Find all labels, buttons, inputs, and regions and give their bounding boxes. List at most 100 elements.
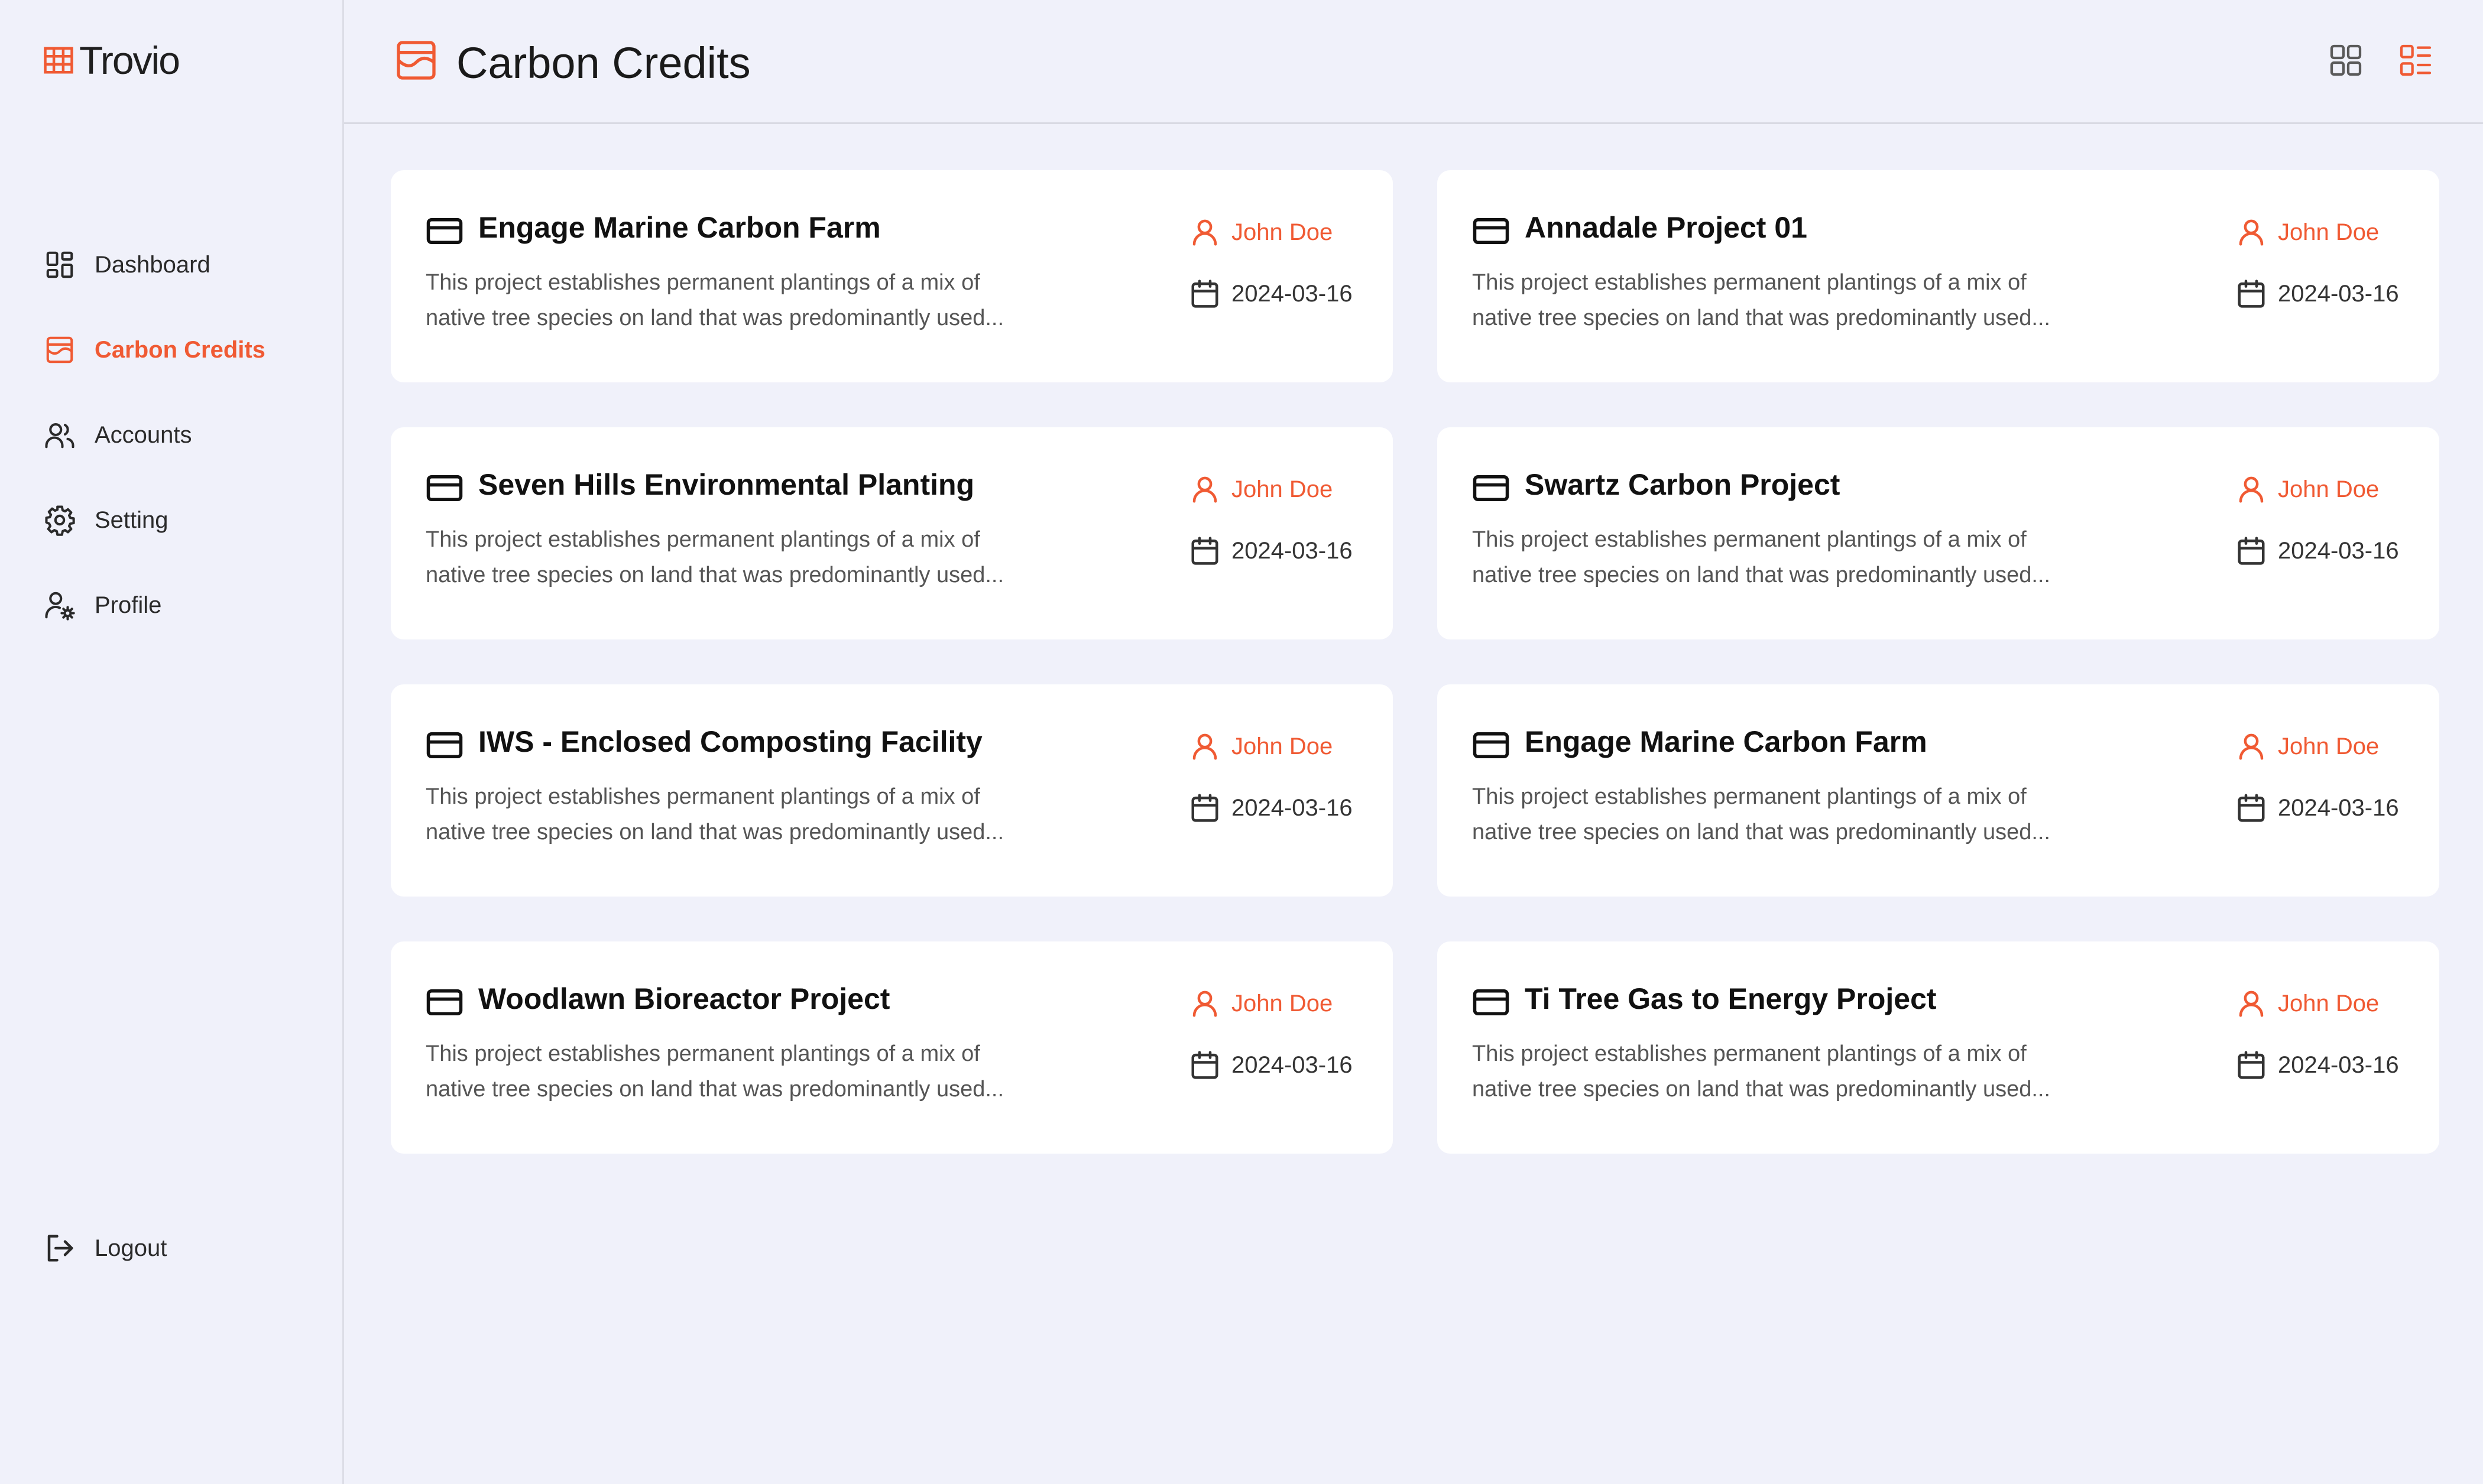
sidebar-item-label: Accounts	[95, 421, 192, 448]
author-name: John Doe	[1231, 733, 1333, 759]
project-card[interactable]: IWS - Enclosed Composting Facility This …	[391, 684, 1393, 897]
carbon-credits-icon	[46, 336, 73, 363]
date-value: 2024-03-16	[1231, 1051, 1353, 1078]
grid-view-icon[interactable]	[2327, 41, 2365, 79]
user-icon	[1192, 991, 1217, 1017]
project-title: Seven Hills Environmental Planting	[478, 468, 975, 501]
sidebar-item-label: Profile	[95, 592, 162, 618]
project-date: 2024-03-16	[2235, 792, 2399, 824]
credit-card-icon	[426, 989, 463, 1015]
credit-card-icon	[1473, 732, 1509, 758]
author-name: John Doe	[2278, 476, 2380, 502]
project-description: This project establishes permanent plant…	[426, 779, 1100, 850]
credit-card-icon	[1473, 218, 1509, 244]
credit-card-icon	[1473, 989, 1509, 1015]
project-title: Annadale Project 01	[1525, 211, 1807, 244]
project-description-line: This project establishes permanent plant…	[426, 270, 980, 295]
project-author: John Doe	[1189, 473, 1333, 505]
carbon-credits-list: Engage Marine Carbon Farm This project e…	[391, 170, 2439, 1154]
project-date: 2024-03-16	[1189, 535, 1353, 567]
project-date: 2024-03-16	[1189, 792, 1353, 824]
calendar-icon	[1191, 794, 1218, 822]
sidebar-item-profile[interactable]: Profile	[44, 587, 161, 623]
sidebar-item-setting[interactable]: Setting	[44, 502, 168, 538]
date-value: 2024-03-16	[2278, 280, 2399, 307]
project-description: This project establishes permanent plant…	[426, 522, 1100, 593]
logout-button[interactable]: Logout	[44, 1230, 167, 1266]
project-card[interactable]: Engage Marine Carbon Farm This project e…	[1437, 684, 2439, 897]
project-title: Engage Marine Carbon Farm	[478, 211, 881, 244]
sidebar-item-accounts[interactable]: Accounts	[44, 417, 192, 453]
project-description-line: This project establishes permanent plant…	[1472, 527, 2027, 552]
page-header: Carbon Credits	[344, 0, 2483, 124]
project-description-line: This project establishes permanent plant…	[426, 527, 980, 552]
calendar-icon	[1191, 280, 1218, 308]
calendar-icon	[2238, 537, 2265, 565]
sidebar-item-carbon-credits[interactable]: Carbon Credits	[44, 332, 265, 368]
project-title: Ti Tree Gas to Energy Project	[1525, 982, 1937, 1015]
author-name: John Doe	[1231, 476, 1333, 502]
project-description-line: This project establishes permanent plant…	[426, 1041, 980, 1066]
project-title: Engage Marine Carbon Farm	[1525, 725, 1927, 758]
logout-label: Logout	[95, 1235, 167, 1261]
trovio-logo-icon	[44, 47, 73, 74]
project-description-line: native tree species on land that was pre…	[1472, 306, 2051, 330]
user-icon	[1192, 219, 1217, 246]
sidebar: Trovio Dashboard Carbon Credits Accounts	[0, 0, 344, 1484]
date-value: 2024-03-16	[2278, 537, 2399, 564]
project-description-line: native tree species on land that was pre…	[1472, 820, 2051, 845]
project-description: This project establishes permanent plant…	[1472, 1036, 2146, 1107]
date-value: 2024-03-16	[1231, 794, 1353, 821]
calendar-icon	[2238, 794, 2265, 822]
user-icon	[2239, 219, 2264, 246]
gear-icon	[45, 505, 75, 536]
project-card[interactable]: Engage Marine Carbon Farm This project e…	[391, 170, 1393, 382]
project-author: John Doe	[2235, 216, 2379, 248]
project-author: John Doe	[2235, 730, 2379, 762]
credit-card-icon	[1473, 475, 1509, 501]
user-icon	[1192, 476, 1217, 503]
date-value: 2024-03-16	[2278, 794, 2399, 821]
user-icon	[2239, 991, 2264, 1017]
users-icon	[45, 423, 74, 449]
project-description-line: native tree species on land that was pre…	[426, 1077, 1004, 1102]
project-author: John Doe	[1189, 730, 1333, 762]
project-description-line: native tree species on land that was pre…	[1472, 1077, 2051, 1102]
project-description-line: native tree species on land that was pre…	[426, 563, 1004, 587]
app-name: Trovio	[79, 38, 180, 82]
project-date: 2024-03-16	[2235, 535, 2399, 567]
project-author: John Doe	[1189, 216, 1333, 248]
project-description-line: This project establishes permanent plant…	[1472, 784, 2027, 809]
list-view-icon[interactable]	[2397, 41, 2435, 79]
project-description-line: This project establishes permanent plant…	[1472, 270, 2027, 295]
project-title: Woodlawn Bioreactor Project	[478, 982, 890, 1015]
project-card[interactable]: Seven Hills Environmental Planting This …	[391, 427, 1393, 639]
project-date: 2024-03-16	[2235, 1049, 2399, 1081]
author-name: John Doe	[2278, 733, 2380, 759]
app-logo[interactable]: Trovio	[43, 38, 180, 83]
author-name: John Doe	[2278, 219, 2380, 245]
sidebar-item-label: Dashboard	[95, 251, 210, 278]
page-title: Carbon Credits	[456, 38, 751, 87]
project-card[interactable]: Woodlawn Bioreactor Project This project…	[391, 941, 1393, 1154]
project-description-line: native tree species on land that was pre…	[1472, 563, 2051, 587]
sidebar-item-label: Setting	[95, 506, 168, 533]
credit-card-icon	[426, 732, 463, 758]
author-name: John Doe	[1231, 990, 1333, 1017]
author-name: John Doe	[2278, 990, 2380, 1017]
project-description-line: This project establishes permanent plant…	[1472, 1041, 2027, 1066]
project-title: Swartz Carbon Project	[1525, 468, 1840, 501]
sidebar-item-dashboard[interactable]: Dashboard	[44, 247, 210, 282]
project-description-line: native tree species on land that was pre…	[426, 820, 1004, 845]
user-icon	[2239, 476, 2264, 503]
user-icon	[2239, 733, 2264, 760]
project-description: This project establishes permanent plant…	[426, 265, 1100, 336]
calendar-icon	[1191, 537, 1218, 565]
project-card[interactable]: Annadale Project 01 This project establi…	[1437, 170, 2439, 382]
project-description: This project establishes permanent plant…	[1472, 779, 2146, 850]
project-description: This project establishes permanent plant…	[426, 1036, 1100, 1107]
logout-icon	[47, 1235, 73, 1262]
sidebar-item-label: Carbon Credits	[95, 336, 265, 363]
project-card[interactable]: Ti Tree Gas to Energy Project This proje…	[1437, 941, 2439, 1154]
project-card[interactable]: Swartz Carbon Project This project estab…	[1437, 427, 2439, 639]
